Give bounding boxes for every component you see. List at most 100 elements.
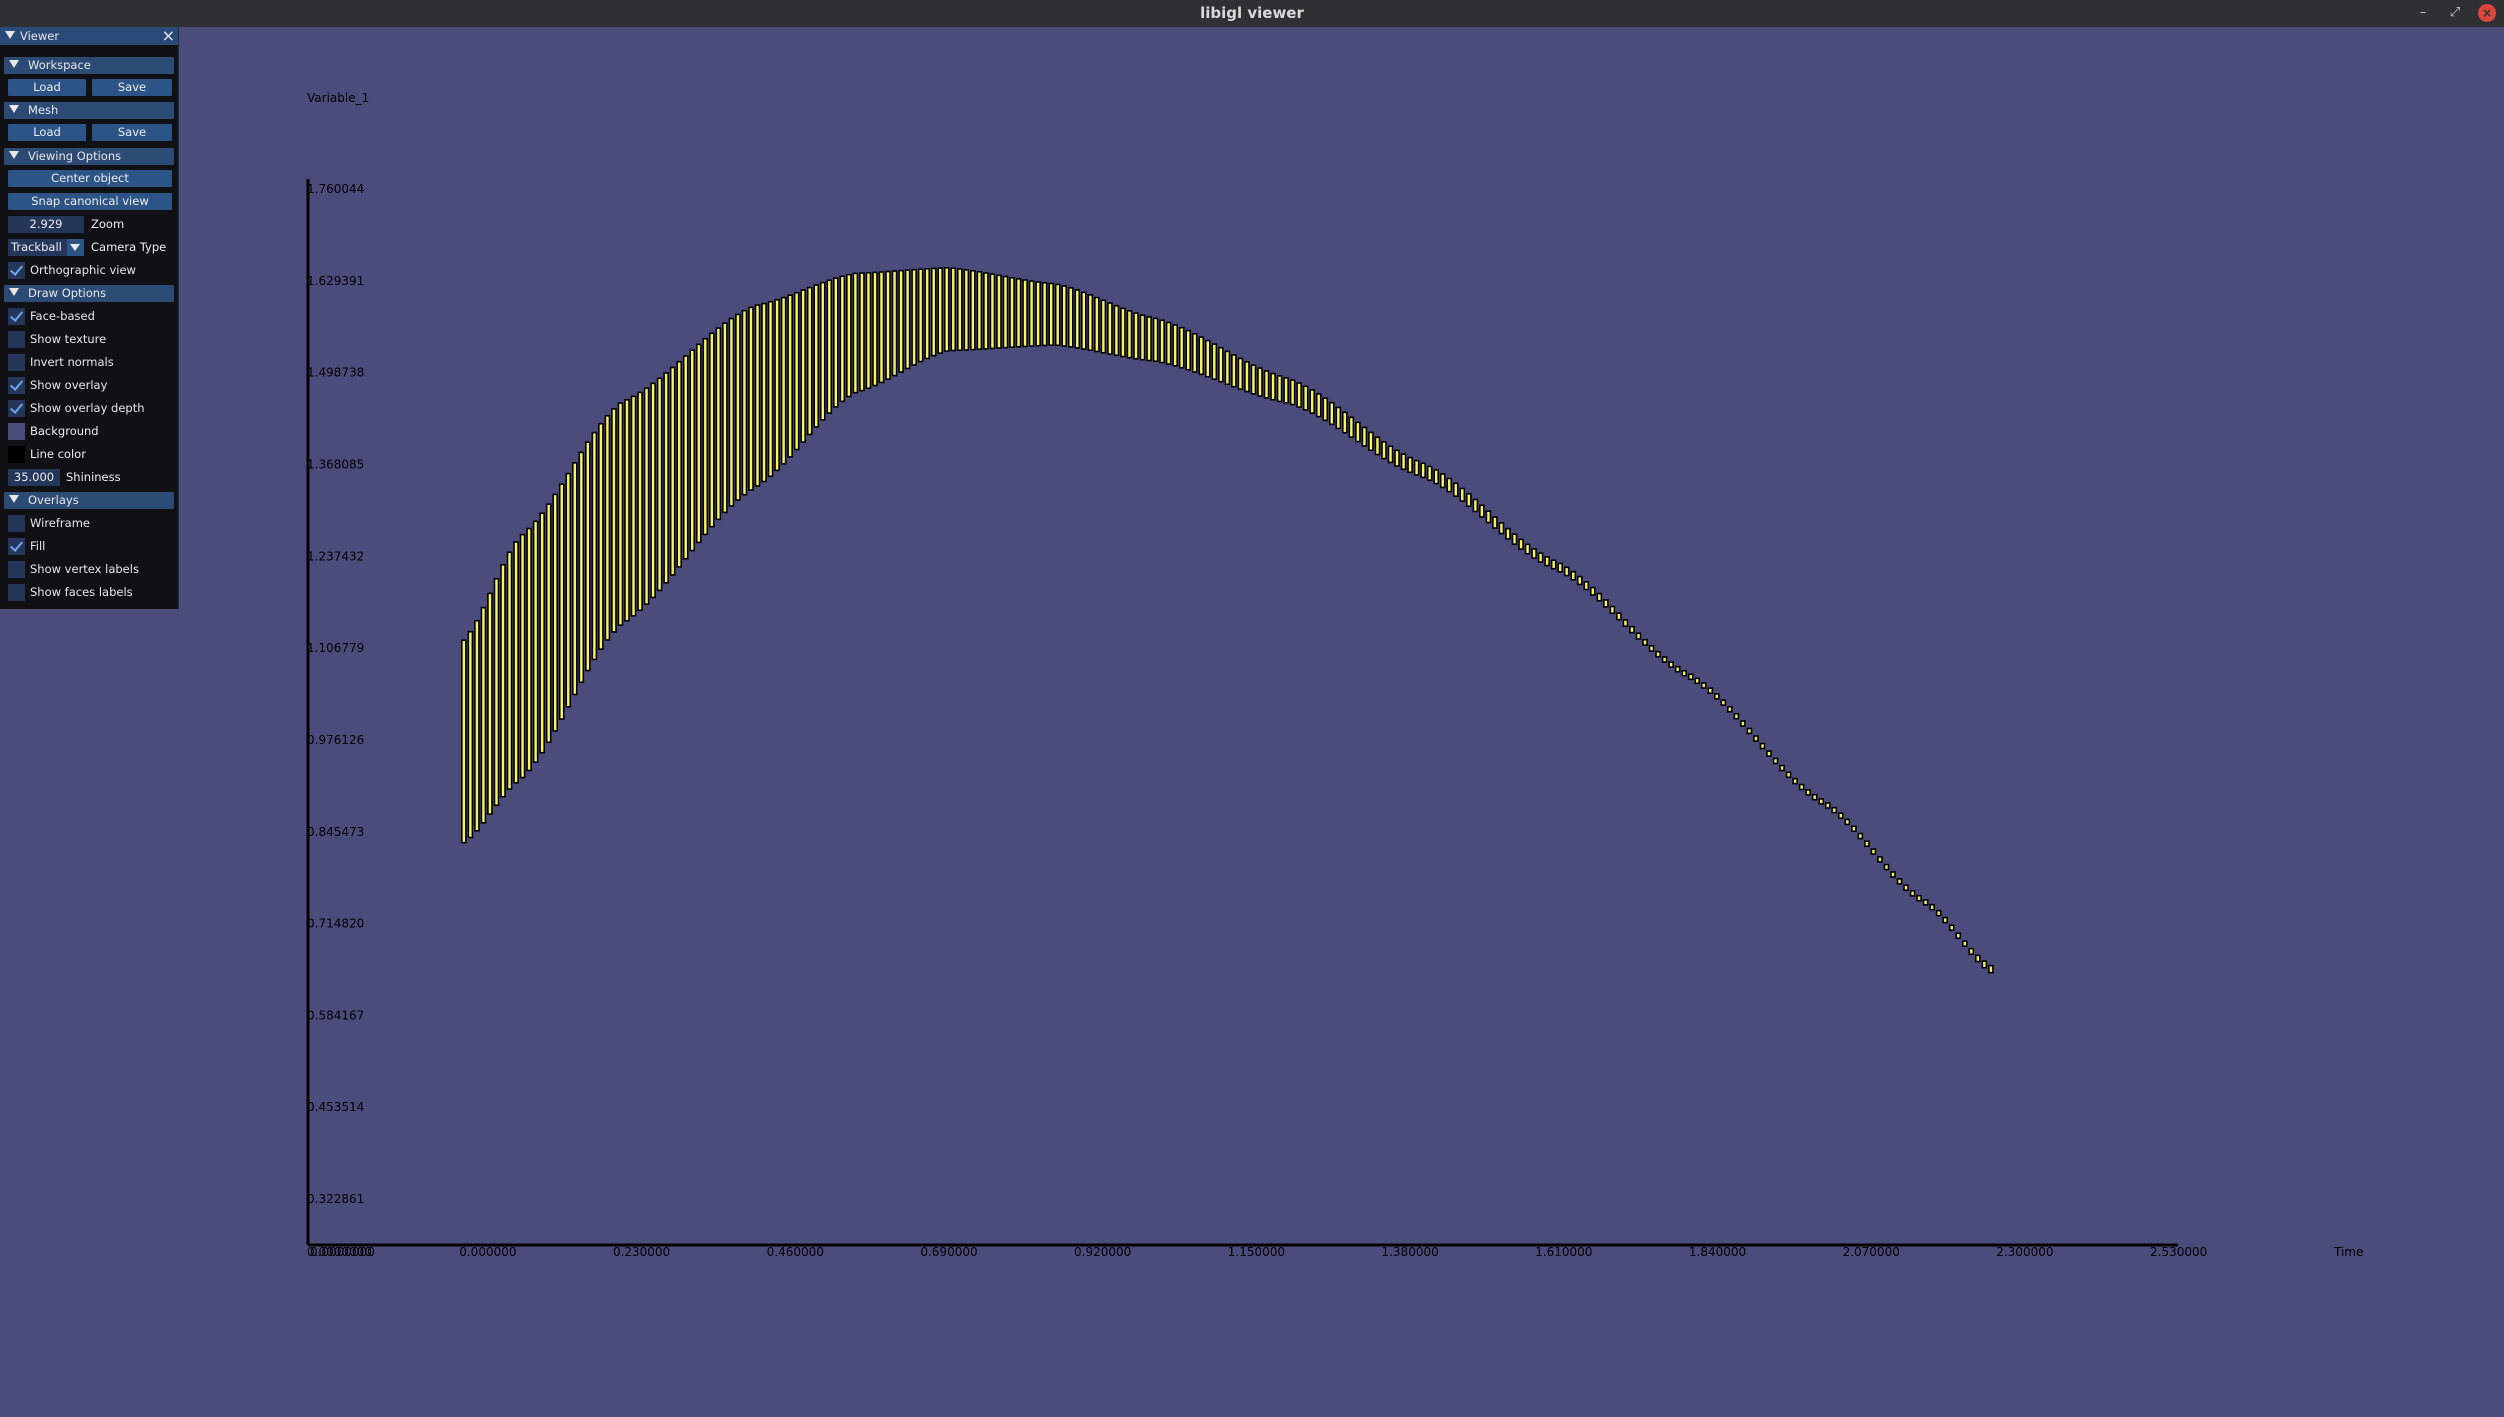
background-color-swatch[interactable]: [8, 423, 25, 440]
line-color-swatch[interactable]: [8, 446, 25, 463]
center-object-button[interactable]: Center object: [8, 170, 172, 187]
header-label: Draw Options: [28, 286, 107, 300]
band-bar: [865, 271, 872, 390]
mesh-load-button[interactable]: Load: [8, 124, 86, 141]
band-bar: [722, 322, 728, 514]
band-bar: [1942, 916, 1949, 924]
band-bar: [1857, 832, 1864, 840]
band-bar: [1146, 316, 1152, 362]
collapse-triangle-icon[interactable]: [5, 31, 15, 39]
workspace-save-button[interactable]: Save: [92, 79, 172, 96]
show-texture-checkbox[interactable]: Show texture: [8, 331, 106, 348]
band-bar: [598, 422, 604, 650]
show-faces-labels-checkbox[interactable]: Show faces labels: [8, 584, 133, 601]
band-bar: [937, 267, 944, 354]
minimize-icon[interactable]: –: [2414, 4, 2432, 22]
close-window-icon[interactable]: ×: [2478, 4, 2496, 22]
panel-titlebar[interactable]: Viewer ×: [0, 26, 178, 45]
band-bar: [1550, 559, 1557, 570]
band-bar: [1935, 909, 1942, 917]
band-bar: [1968, 947, 1975, 956]
header-overlays[interactable]: Overlays: [4, 492, 174, 509]
band-bar: [1518, 538, 1524, 550]
band-bar: [1302, 385, 1309, 411]
band-bar: [1511, 533, 1518, 545]
chevron-down-icon[interactable]: [67, 239, 84, 256]
band-bar: [1022, 279, 1028, 348]
mesh-save-button[interactable]: Save: [92, 124, 172, 141]
collapse-triangle-icon[interactable]: [9, 288, 19, 296]
collapse-triangle-icon[interactable]: [9, 151, 19, 159]
band-bar: [1668, 661, 1674, 668]
band-bar: [1139, 314, 1146, 361]
band-bar: [1054, 283, 1061, 347]
camera-type-label: Camera Type: [91, 240, 167, 254]
orthographic-view-checkbox[interactable]: Orthographic view: [8, 262, 136, 279]
snap-canonical-view-button[interactable]: Snap canonical view: [8, 193, 172, 210]
collapse-triangle-icon[interactable]: [9, 105, 19, 113]
plot-svg: Variable_1 Time 1.760044 1.629391 1.498738…: [306, 91, 2363, 1259]
band-bar: [578, 451, 585, 684]
band-bar: [1387, 445, 1394, 464]
band-bar: [1961, 940, 1968, 947]
face-based-checkbox[interactable]: Face-based: [8, 308, 95, 325]
show-overlay-checkbox[interactable]: Show overlay: [8, 377, 107, 394]
viewer-panel[interactable]: Viewer × Workspace Load Save Mesh Load S…: [0, 26, 179, 609]
fill-checkbox[interactable]: Fill: [8, 538, 45, 555]
band-bar: [1074, 289, 1081, 349]
band-bar: [650, 382, 656, 599]
band-bar: [1916, 894, 1922, 902]
wireframe-checkbox[interactable]: Wireframe: [8, 515, 90, 532]
viewer-canvas[interactable]: Variable_1 Time 1.760044 1.629391 1.498738…: [0, 27, 2504, 1413]
header-mesh[interactable]: Mesh: [4, 102, 174, 119]
close-icon[interactable]: ×: [162, 26, 175, 45]
checkbox-label: Show texture: [30, 332, 107, 346]
band-bar: [1785, 771, 1792, 779]
y-tick-label: 0.845473: [307, 825, 364, 839]
x-tick-label: 2.530000: [2150, 1245, 2207, 1259]
zoom-input[interactable]: 2.929: [8, 216, 84, 233]
camera-type-value: Trackball: [11, 240, 62, 254]
workspace-load-button[interactable]: Load: [8, 79, 86, 96]
band-bar: [1459, 487, 1466, 502]
band-bar: [924, 267, 931, 360]
band-bar: [1733, 712, 1740, 720]
invert-normals-checkbox[interactable]: Invert normals: [8, 354, 114, 371]
show-overlay-depth-checkbox[interactable]: Show overlay depth: [8, 400, 145, 417]
header-draw-options[interactable]: Draw Options: [4, 285, 174, 302]
band-bar: [663, 372, 669, 584]
band-bar: [1479, 504, 1485, 518]
band-bar: [1753, 735, 1759, 742]
band-bar: [1159, 319, 1165, 364]
band-bar: [1048, 282, 1054, 346]
shininess-input[interactable]: 35.000: [8, 469, 60, 486]
band-bar: [1720, 699, 1727, 706]
y-tick-label: 1.498738: [307, 366, 364, 380]
collapse-triangle-icon[interactable]: [9, 60, 19, 68]
band-bar: [859, 272, 865, 392]
band-bar: [1224, 350, 1231, 386]
header-viewing-options[interactable]: Viewing Options: [4, 148, 174, 165]
band-bar: [1452, 482, 1459, 497]
checkbox-label: Show overlay depth: [30, 401, 145, 415]
band-bar: [1492, 516, 1498, 529]
restore-icon[interactable]: ⤢: [2446, 4, 2464, 22]
band-bar: [1589, 586, 1596, 596]
checkbox-label: Show vertex labels: [30, 562, 139, 576]
band-bar: [963, 269, 970, 351]
band-bar: [461, 639, 467, 844]
header-workspace[interactable]: Workspace: [4, 57, 174, 74]
y-tick-label: 0.453514: [307, 1100, 364, 1114]
background-label: Background: [30, 424, 99, 438]
camera-type-dropdown[interactable]: Trackball: [8, 239, 84, 256]
band-bar: [1276, 375, 1283, 403]
band-bar: [1870, 848, 1877, 855]
collapse-triangle-icon[interactable]: [9, 495, 19, 503]
band-bar: [800, 289, 807, 443]
band-bar: [1629, 625, 1635, 634]
band-bar: [1851, 825, 1857, 833]
band-bar: [976, 271, 983, 351]
x-tick-label: 0.000000: [459, 1245, 516, 1259]
band-bar: [1975, 954, 1981, 963]
show-vertex-labels-checkbox[interactable]: Show vertex labels: [8, 561, 139, 578]
